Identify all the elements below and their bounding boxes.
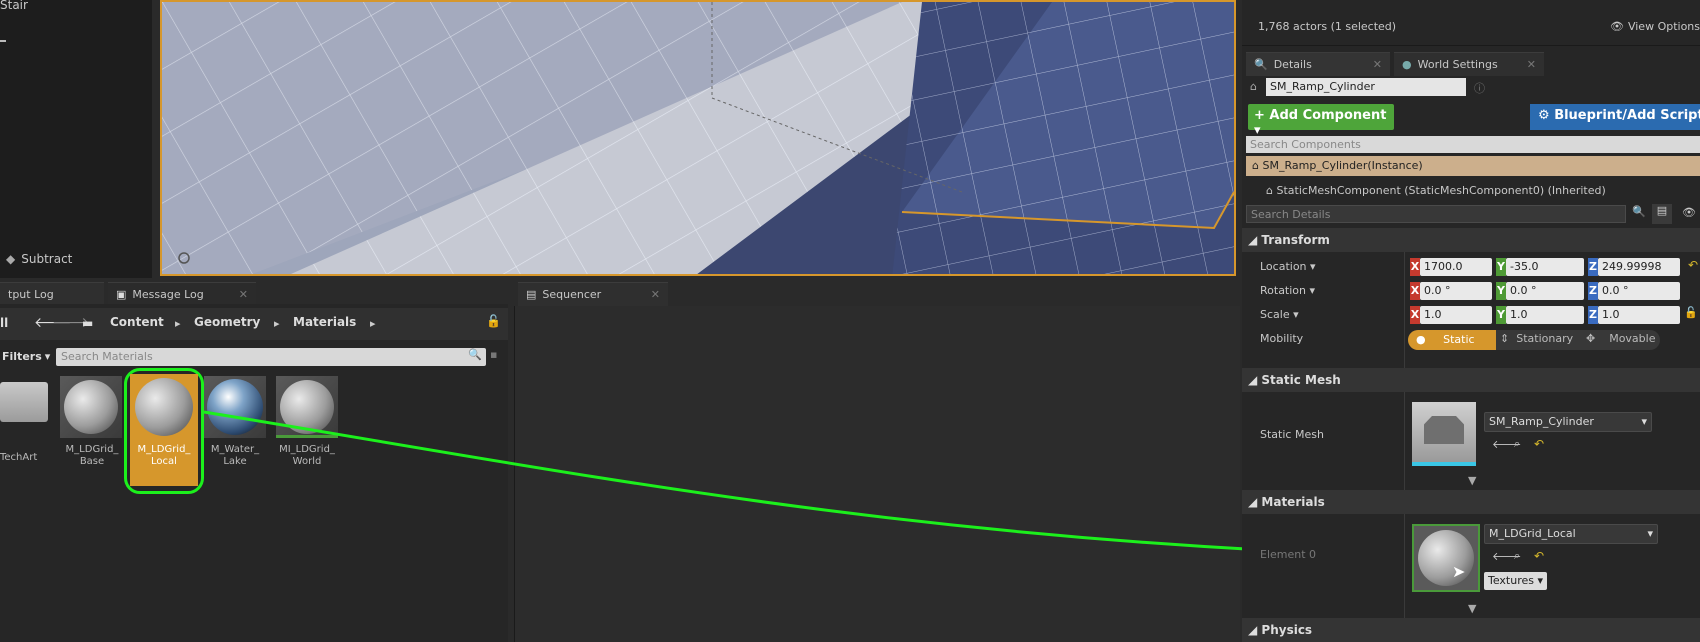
- mobility-movable[interactable]: ✥ Movable: [1586, 332, 1655, 345]
- actor-name-field[interactable]: SM_Ramp_Cylinder: [1266, 78, 1466, 96]
- blueprint-button[interactable]: ⚙ Blueprint/Add Script: [1530, 104, 1700, 130]
- chevron-down-icon: ◢: [1248, 495, 1262, 509]
- axis-z: Z: [1588, 306, 1598, 324]
- scale-label[interactable]: Scale ▾: [1260, 308, 1299, 321]
- tab-details[interactable]: 🔍 Details ✕: [1246, 52, 1390, 76]
- radio-dot-icon: ●: [1416, 333, 1444, 346]
- cursor-icon: ➤: [1452, 562, 1466, 581]
- eye-icon: 👁: [1610, 20, 1624, 33]
- element-0-label: Element 0: [1260, 548, 1317, 561]
- physics-section-header[interactable]: ◢ Physics: [1242, 618, 1700, 642]
- component-row[interactable]: ⌂ StaticMeshComponent (StaticMeshCompone…: [1266, 184, 1606, 197]
- expand-icon[interactable]: ▼: [1468, 602, 1476, 615]
- chevron-down-icon: ◢: [1248, 623, 1262, 637]
- close-icon[interactable]: ✕: [1373, 58, 1382, 71]
- close-icon[interactable]: ✕: [1527, 58, 1536, 71]
- globe-icon: ●: [1402, 58, 1412, 71]
- axis-x: X: [1410, 282, 1420, 300]
- transform-section-header[interactable]: ◢ Transform: [1242, 228, 1700, 252]
- axis-y: Y: [1496, 282, 1506, 300]
- location-z-field[interactable]: 249.99998: [1598, 258, 1680, 276]
- cylinder-icon: [1424, 416, 1464, 444]
- stationary-icon: ⇕: [1500, 332, 1517, 345]
- reset-icon[interactable]: ↶: [1534, 549, 1544, 563]
- materials-section-header[interactable]: ◢ Materials: [1242, 490, 1700, 514]
- axis-y: Y: [1496, 306, 1506, 324]
- actor-icon: ⌂: [1252, 159, 1263, 172]
- expand-icon[interactable]: ▼: [1468, 474, 1476, 487]
- browse-icon[interactable]: ⌕: [1514, 437, 1520, 451]
- axis-z: Z: [1588, 282, 1598, 300]
- static-mesh-label: Static Mesh: [1260, 428, 1324, 441]
- rotation-x-field[interactable]: 0.0 °: [1420, 282, 1492, 300]
- mobility-stationary[interactable]: ⇕ Stationary: [1500, 332, 1573, 345]
- chevron-down-icon: ▾: [1641, 415, 1647, 428]
- help-icon[interactable]: ⓘ: [1474, 80, 1485, 96]
- component-instance-row[interactable]: ⌂ SM_Ramp_Cylinder(Instance): [1246, 156, 1700, 176]
- actor-count: 1,768 actors (1 selected): [1258, 20, 1397, 33]
- mesh-icon: ⌂: [1266, 184, 1277, 197]
- axis-y: Y: [1496, 258, 1506, 276]
- list-view-icon[interactable]: ▤: [1652, 204, 1672, 224]
- material-sphere-icon: [1418, 530, 1474, 586]
- browse-icon[interactable]: ⌕: [1514, 549, 1520, 563]
- rotation-y-field[interactable]: 0.0 °: [1506, 282, 1584, 300]
- reset-icon[interactable]: ↶: [1534, 437, 1544, 451]
- lock-icon[interactable]: 🔓: [1684, 306, 1698, 319]
- mobility-label: Mobility: [1260, 332, 1304, 345]
- chevron-down-icon: ◢: [1248, 233, 1262, 247]
- chevron-down-icon: ◢: [1248, 373, 1262, 387]
- material-combo[interactable]: M_LDGrid_Local ▾: [1484, 524, 1658, 544]
- scale-x-field[interactable]: 1.0: [1420, 306, 1492, 324]
- static-mesh-section-header[interactable]: ◢ Static Mesh: [1242, 368, 1700, 392]
- chevron-down-icon: ▾: [1647, 527, 1653, 540]
- textures-button[interactable]: Textures ▾: [1484, 572, 1548, 590]
- search-icon: 🔍: [1254, 58, 1268, 71]
- axis-x: X: [1410, 258, 1420, 276]
- scale-y-field[interactable]: 1.0: [1506, 306, 1584, 324]
- location-y-field[interactable]: -35.0: [1506, 258, 1584, 276]
- gear-icon: ⚙: [1538, 108, 1550, 123]
- scale-z-field[interactable]: 1.0: [1598, 306, 1680, 324]
- reset-icon[interactable]: ↶: [1688, 258, 1698, 272]
- material-thumbnail[interactable]: [1412, 524, 1480, 592]
- details-panel: 1,768 actors (1 selected) 👁 View Options …: [1242, 0, 1700, 642]
- actor-icon: ⌂: [1250, 80, 1257, 93]
- tab-world-settings[interactable]: ● World Settings ✕: [1394, 52, 1544, 76]
- location-label[interactable]: Location ▾: [1260, 260, 1316, 273]
- axis-x: X: [1410, 306, 1420, 324]
- search-components-input[interactable]: Search Components: [1246, 136, 1700, 153]
- rotation-label[interactable]: Rotation ▾: [1260, 284, 1315, 297]
- rotation-z-field[interactable]: 0.0 °: [1598, 282, 1680, 300]
- mobility-static[interactable]: ● Static: [1408, 330, 1496, 350]
- column-divider: [1404, 252, 1405, 632]
- view-options-button[interactable]: 👁 View Options: [1610, 20, 1700, 33]
- search-details-input[interactable]: Search Details: [1246, 205, 1626, 223]
- search-icon: 🔍: [1632, 205, 1646, 218]
- axis-z: Z: [1588, 258, 1598, 276]
- add-component-button[interactable]: + Add Component ▾: [1248, 104, 1394, 138]
- eye-icon[interactable]: 👁: [1682, 206, 1696, 219]
- static-mesh-combo[interactable]: SM_Ramp_Cylinder ▾: [1484, 412, 1652, 432]
- movable-icon: ✥: [1586, 332, 1610, 345]
- location-x-field[interactable]: 1700.0: [1420, 258, 1492, 276]
- mesh-thumbnail[interactable]: [1412, 402, 1476, 466]
